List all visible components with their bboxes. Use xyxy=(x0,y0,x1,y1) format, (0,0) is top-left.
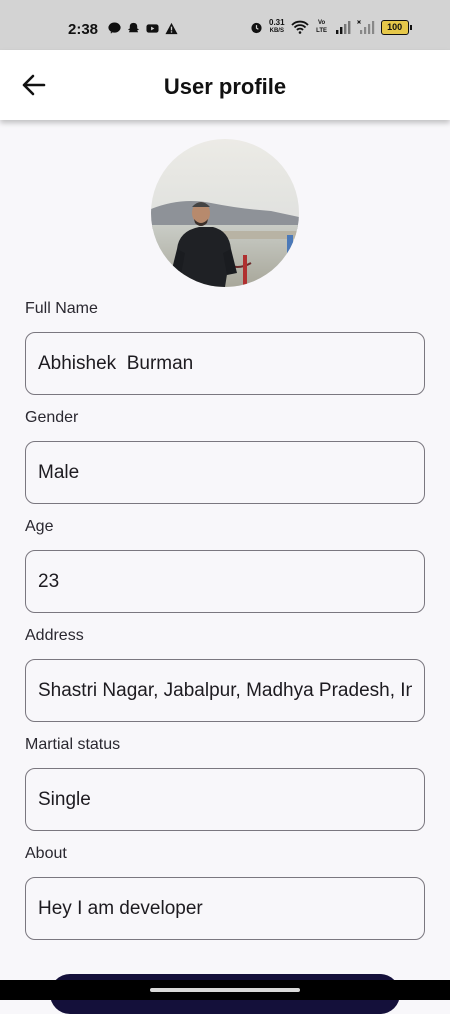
youtube-icon xyxy=(146,24,159,33)
about-input[interactable] xyxy=(38,897,412,920)
about-field[interactable] xyxy=(25,877,425,940)
page-title: User profile xyxy=(163,74,287,99)
status-bar: 2:38 0.31 KB/S Vo LTE 100 xyxy=(0,0,450,50)
status-time: 2:38 xyxy=(68,21,99,38)
full-name-input[interactable] xyxy=(38,352,412,375)
profile-photo xyxy=(151,139,299,287)
marital-status-input[interactable] xyxy=(38,788,412,811)
full-name-field[interactable] xyxy=(25,332,425,395)
home-gesture-handle[interactable] xyxy=(150,988,300,992)
app-bar: User profile xyxy=(0,50,450,120)
net-speed-unit: KB/S xyxy=(269,28,284,34)
volte-badge: Vo LTE xyxy=(316,20,328,34)
gender-label: Gender xyxy=(25,409,79,426)
alarm-icon xyxy=(251,22,262,33)
gender-input[interactable] xyxy=(38,461,412,484)
about-label: About xyxy=(25,845,67,862)
age-input[interactable] xyxy=(38,570,412,593)
marital-status-label: Martial status xyxy=(25,736,121,753)
battery-indicator: 100 xyxy=(380,19,412,35)
address-label: Address xyxy=(25,627,84,644)
gender-field[interactable] xyxy=(25,441,425,504)
snapchat-icon xyxy=(127,22,140,33)
address-input[interactable] xyxy=(38,679,412,702)
marital-status-field[interactable] xyxy=(25,768,425,831)
net-speed: 0.31 KB/S xyxy=(269,19,285,35)
age-field[interactable] xyxy=(25,550,425,613)
wifi-icon xyxy=(290,20,309,34)
notification-icons xyxy=(108,22,178,35)
chat-icon xyxy=(108,22,121,34)
signal-icon xyxy=(335,20,350,34)
address-field[interactable] xyxy=(25,659,425,722)
warning-icon xyxy=(165,22,178,35)
age-label: Age xyxy=(25,518,54,535)
full-name-label: Full Name xyxy=(25,300,98,317)
signal-x-icon xyxy=(356,20,374,34)
system-icons: 0.31 KB/S Vo LTE 100 xyxy=(250,19,412,35)
profile-avatar[interactable] xyxy=(151,139,299,287)
net-speed-value: 0.31 xyxy=(269,18,285,27)
